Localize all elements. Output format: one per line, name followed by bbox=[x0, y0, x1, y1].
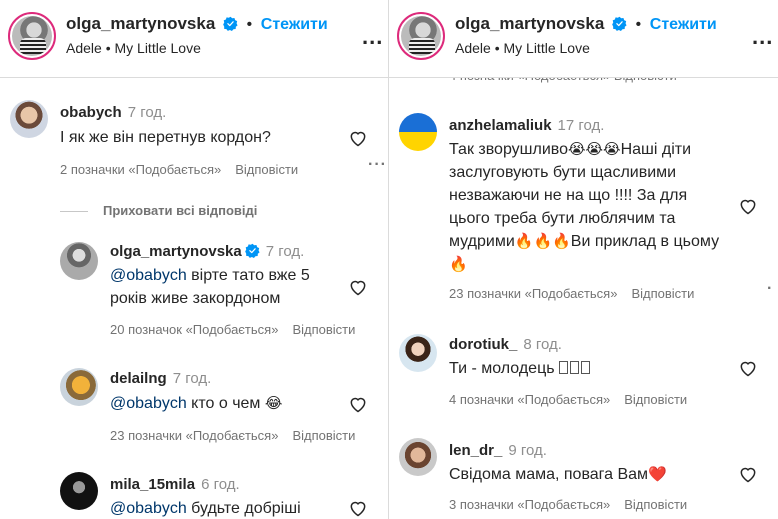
comment-body: Свідома мама, повага Вам bbox=[449, 466, 649, 483]
reply-button[interactable]: Відповісти bbox=[624, 392, 687, 407]
comment-text: І як же він перетнув кордон? bbox=[60, 129, 271, 146]
comment-time[interactable]: 17 год. bbox=[558, 117, 605, 134]
more-options-icon[interactable]: ... bbox=[752, 24, 773, 50]
comment-username[interactable]: mila_15mila bbox=[110, 476, 195, 493]
likes-count[interactable]: 23 позначки «Подобається» bbox=[110, 428, 278, 443]
likes-count[interactable]: 4 позначки «Подобається» bbox=[449, 392, 610, 407]
replies-divider-line bbox=[60, 211, 88, 212]
hide-replies-button[interactable]: Приховати всі відповіді bbox=[103, 203, 257, 218]
like-heart-icon[interactable] bbox=[348, 394, 368, 414]
comment-options-icon[interactable]: ··· bbox=[368, 156, 387, 174]
comment-body-part1: Так зворушливо bbox=[449, 141, 568, 158]
comment-options-icon[interactable]: · bbox=[767, 280, 773, 298]
verified-badge-icon bbox=[612, 16, 627, 31]
audio-track[interactable]: Adele • My Little Love bbox=[455, 40, 590, 56]
commenter-avatar[interactable] bbox=[10, 100, 48, 138]
audio-track[interactable]: Adele • My Little Love bbox=[66, 40, 201, 56]
mention-link[interactable]: @obabych bbox=[110, 267, 187, 284]
like-heart-icon[interactable] bbox=[348, 277, 368, 297]
reply-button[interactable]: Відповісти bbox=[235, 162, 298, 177]
comment: dorotiuk_ 8 год. bbox=[449, 336, 562, 354]
comment-meta: 4 позначки «Подобається» Відповісти bbox=[449, 392, 701, 407]
reply-button[interactable]: Відповісти bbox=[631, 286, 694, 301]
follow-button[interactable]: Стежити bbox=[650, 16, 717, 33]
comment-meta: 23 позначки «Подобається» Відповісти bbox=[110, 428, 369, 443]
comment: obabych 7 год. bbox=[60, 104, 166, 122]
comment-time[interactable]: 7 год. bbox=[128, 104, 167, 121]
comment-time[interactable]: 6 год. bbox=[201, 476, 240, 493]
commenter-avatar[interactable] bbox=[60, 472, 98, 510]
likes-count[interactable]: 2 позначки «Подобається» bbox=[60, 162, 221, 177]
left-screenshot-panel: olga_martynovska • Стежити Adele • My Li… bbox=[0, 0, 388, 519]
verified-badge-icon bbox=[244, 243, 260, 258]
comment-text: @obabych кто о чем 😂 bbox=[110, 392, 282, 415]
comment-text: @obabych вірте тато вже 5 років живе зак… bbox=[110, 264, 345, 310]
commenter-avatar[interactable] bbox=[399, 438, 437, 476]
comment-username[interactable]: anzhelamaliuk bbox=[449, 117, 552, 134]
mention-link[interactable]: @obabych bbox=[110, 500, 187, 517]
comment-body-part3: Ви приклад в цьому bbox=[570, 233, 720, 250]
comment-username[interactable]: dorotiuk_ bbox=[449, 336, 517, 353]
comment-body: будьте добріші bbox=[186, 500, 301, 517]
comment-text: @obabych будьте добріші bbox=[110, 497, 301, 519]
commenter-avatar[interactable] bbox=[60, 368, 98, 406]
like-heart-icon[interactable] bbox=[348, 128, 368, 148]
reply-button[interactable]: Відповісти bbox=[292, 428, 355, 443]
reply-comment: olga_martynovska 7 год. bbox=[110, 243, 304, 261]
comment: anzhelamaliuk 17 год. bbox=[449, 117, 604, 135]
reply-comment: delailng 7 год. bbox=[110, 370, 211, 388]
commenter-avatar[interactable] bbox=[399, 334, 437, 372]
comment-meta: 20 позначок «Подобається» Відповісти bbox=[110, 322, 369, 337]
mention-link[interactable]: @obabych bbox=[110, 395, 187, 412]
comment-text: Так зворушливо😭😭😭Наші діти заслуговують … bbox=[449, 138, 729, 276]
comment-meta: 3 позначки «Подобається» Відповісти bbox=[449, 497, 701, 512]
author-avatar[interactable] bbox=[8, 12, 56, 60]
reply-button[interactable]: Відповісти bbox=[292, 322, 355, 337]
missing-glyph-boxes bbox=[559, 360, 592, 377]
comment-time[interactable]: 8 год. bbox=[523, 336, 562, 353]
right-screenshot-panel: 4 позначки «Подобається» Відповісти olga… bbox=[389, 0, 778, 519]
comment: len_dr_ 9 год. bbox=[449, 442, 547, 460]
fire-emoji: 🔥 bbox=[449, 256, 468, 273]
laughing-emoji: 😂 bbox=[264, 395, 283, 412]
commenter-avatar[interactable] bbox=[399, 113, 437, 151]
comment-meta: 2 позначки «Подобається» Відповісти bbox=[60, 162, 312, 177]
verified-badge-icon bbox=[223, 16, 238, 31]
comment-username[interactable]: olga_martynovska bbox=[110, 243, 242, 260]
post-header: olga_martynovska • Стежити Adele • My Li… bbox=[389, 0, 778, 78]
likes-count[interactable]: 3 позначки «Подобається» bbox=[449, 497, 610, 512]
comment-body: кто о чем bbox=[186, 395, 265, 412]
red-heart-emoji: ❤️ bbox=[648, 466, 667, 483]
comment-username[interactable]: len_dr_ bbox=[449, 442, 502, 459]
comment-text: Свідома мама, повага Вам❤️ bbox=[449, 463, 667, 486]
likes-count[interactable]: 23 позначки «Подобається» bbox=[449, 286, 617, 301]
comment-time[interactable]: 9 год. bbox=[508, 442, 547, 459]
author-avatar[interactable] bbox=[397, 12, 445, 60]
likes-count[interactable]: 20 позначок «Подобається» bbox=[110, 322, 278, 337]
like-heart-icon[interactable] bbox=[738, 464, 758, 484]
crying-emoji: 😭😭😭 bbox=[568, 141, 621, 158]
comment-time[interactable]: 7 год. bbox=[266, 243, 305, 260]
comment-text: Ти - молодець bbox=[449, 357, 592, 380]
header-separator: • bbox=[246, 16, 253, 33]
header-separator: • bbox=[635, 16, 642, 33]
comment-time[interactable]: 7 год. bbox=[173, 370, 212, 387]
reply-comment: mila_15mila 6 год. bbox=[110, 476, 240, 494]
commenter-avatar[interactable] bbox=[60, 242, 98, 280]
comment-username[interactable]: delailng bbox=[110, 370, 167, 387]
fire-emoji: 🔥🔥🔥 bbox=[514, 233, 571, 250]
comment-username[interactable]: obabych bbox=[60, 104, 122, 121]
comment-meta: 23 позначки «Подобається» Відповісти bbox=[449, 286, 708, 301]
like-heart-icon[interactable] bbox=[348, 498, 368, 518]
author-username[interactable]: olga_martynovska bbox=[66, 14, 215, 33]
like-heart-icon[interactable] bbox=[738, 358, 758, 378]
comment-body: Ти - молодець bbox=[449, 360, 560, 377]
more-options-icon[interactable]: ... bbox=[362, 24, 383, 50]
author-username[interactable]: olga_martynovska bbox=[455, 14, 604, 33]
reply-button[interactable]: Відповісти bbox=[624, 497, 687, 512]
follow-button[interactable]: Стежити bbox=[261, 16, 328, 33]
like-heart-icon[interactable] bbox=[738, 196, 758, 216]
post-header: olga_martynovska • Стежити Adele • My Li… bbox=[0, 0, 388, 78]
